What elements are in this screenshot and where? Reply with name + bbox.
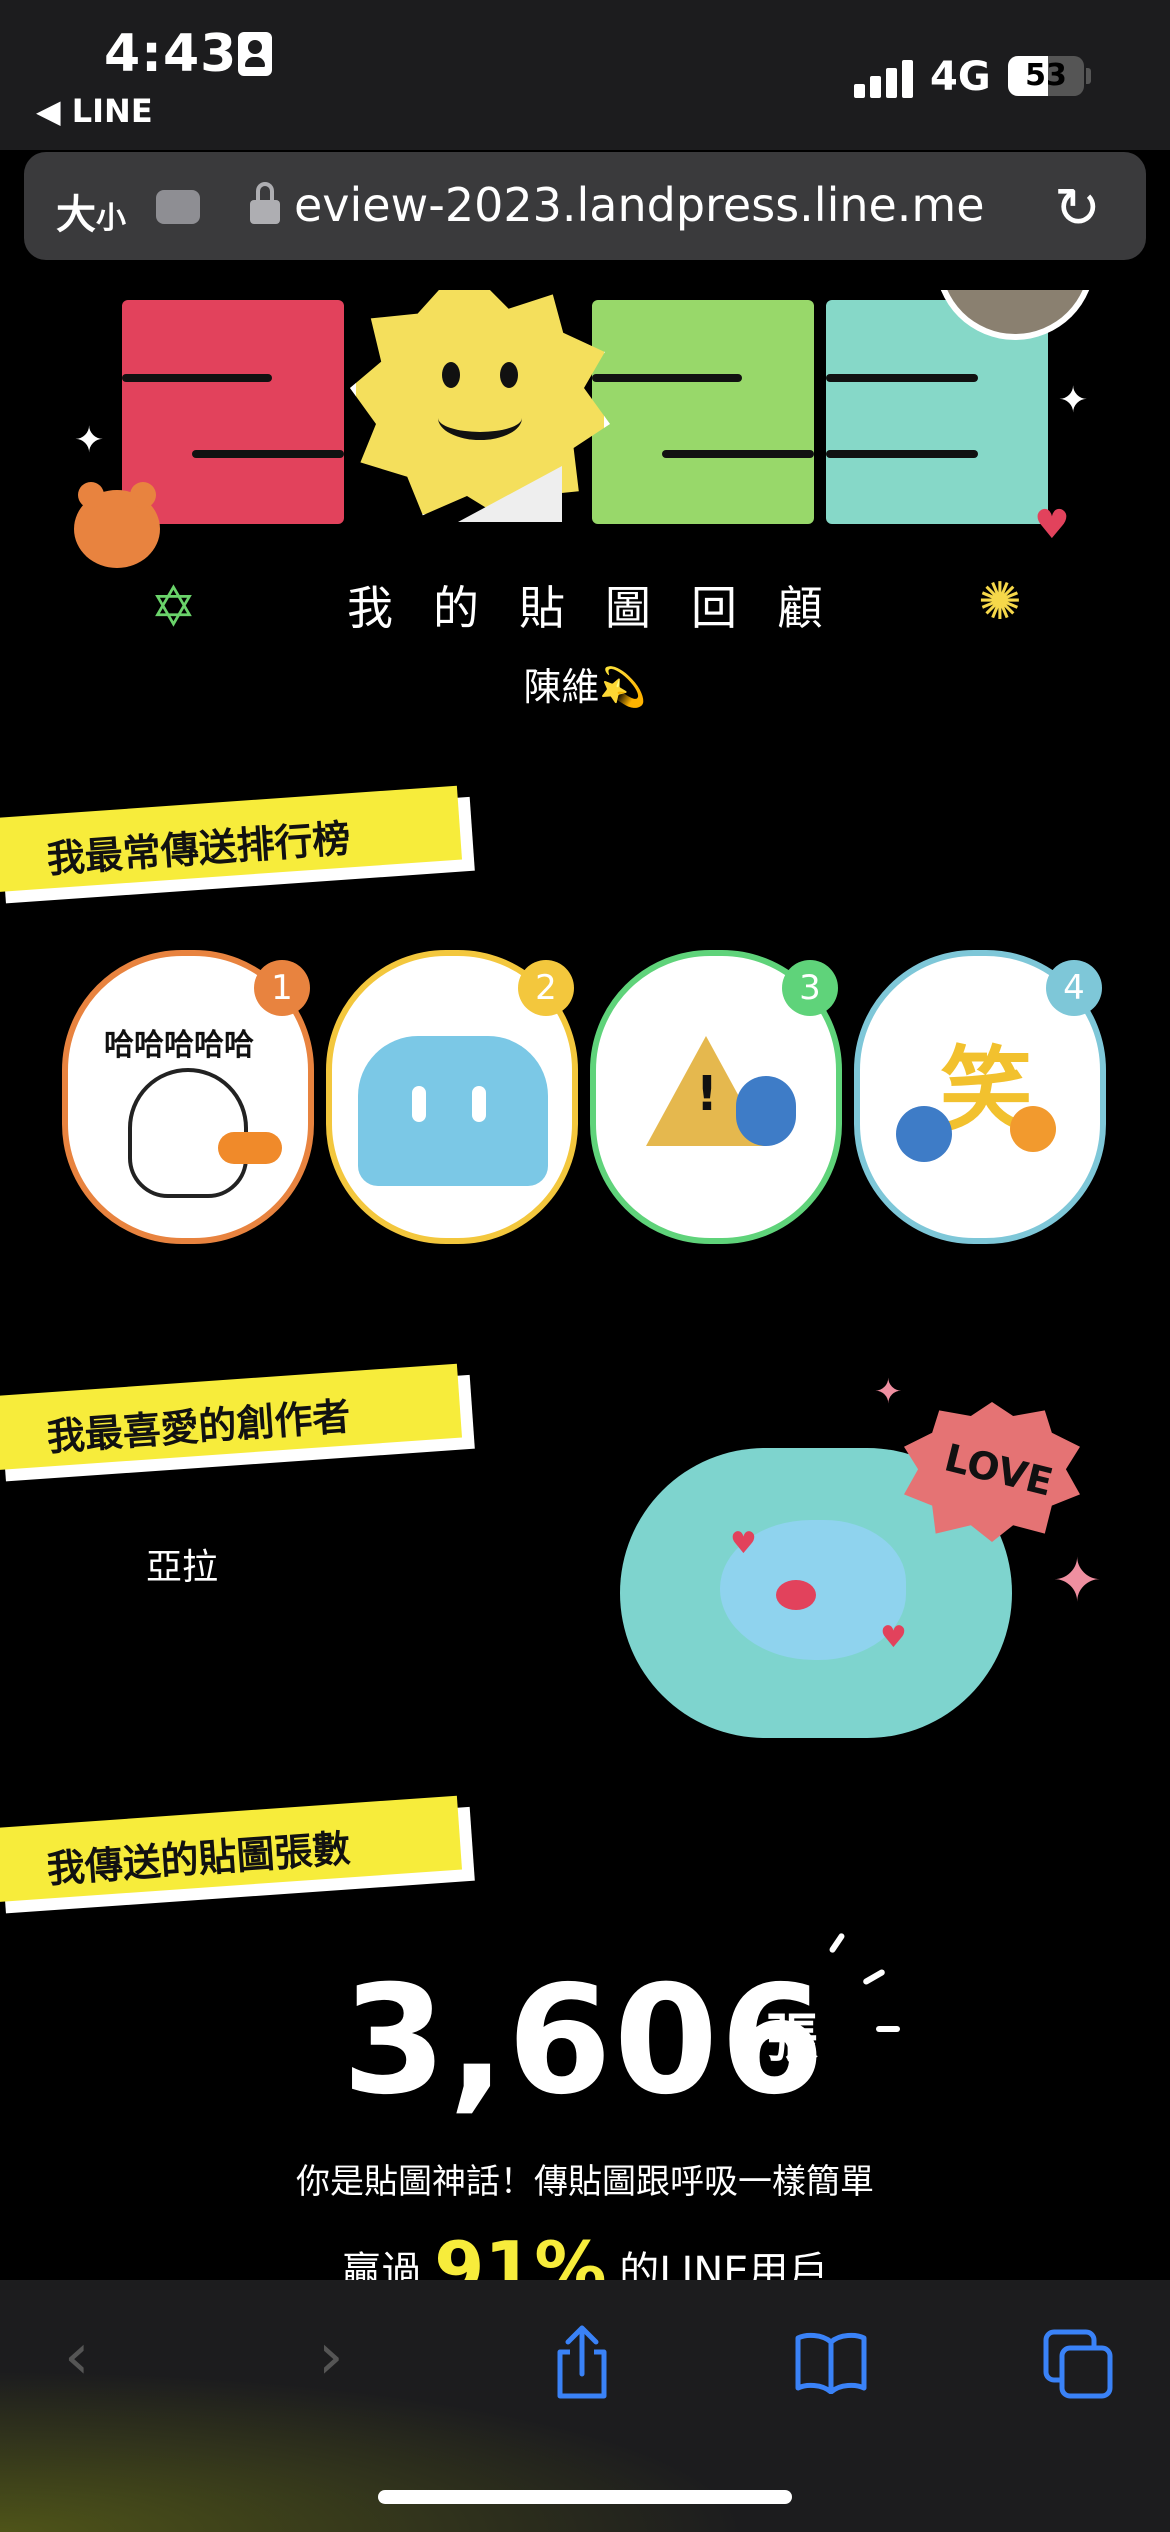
web-content: ✦ ✦ ♥ ✡ ✺ 我的貼圖回顧 陳維💫 我最常傳送排行榜 哈哈哈哈哈 1 2 …: [0, 290, 1170, 2280]
home-indicator[interactable]: [378, 2490, 792, 2504]
emphasis-tick: [862, 1968, 886, 1986]
rank-badge-3: 3: [782, 960, 838, 1016]
block-line: [662, 450, 814, 458]
share-icon[interactable]: [552, 2324, 612, 2400]
status-bar: 4:43 ◀ LINE 4G 53 大小 eview-2023.landpres…: [0, 0, 1170, 260]
beat-percentage-line: 贏過 91% 的LINE用戶: [0, 2226, 1170, 2280]
emphasis-tick: [828, 1932, 846, 1954]
user-name: 陳維💫: [523, 665, 647, 709]
section-tag-top-sent: 我最常傳送排行榜: [0, 785, 463, 893]
battery-icon: 53: [1008, 56, 1084, 96]
rank-badge-4: 4: [1046, 960, 1102, 1016]
block-line: [592, 374, 742, 382]
block-line: [826, 450, 978, 458]
bookmarks-icon[interactable]: [794, 2330, 868, 2394]
lock-icon: [250, 182, 280, 224]
goose-beak: [218, 1132, 282, 1164]
network-type: 4G: [930, 54, 991, 100]
forward-chevron-icon[interactable]: ›: [318, 2320, 344, 2394]
rank-badge-1: 1: [254, 960, 310, 1016]
battery-cap: [1086, 68, 1091, 84]
section-tag-favorite-creator: 我最喜愛的創作者: [0, 1363, 463, 1471]
block-line: [826, 374, 978, 382]
sticker-mouth: [776, 1580, 816, 1610]
battery-percent: 53: [1025, 58, 1067, 93]
tabs-icon[interactable]: [1042, 2328, 1114, 2400]
heart-icon: ♥: [1034, 502, 1070, 548]
address-bar[interactable]: 大小 eview-2023.landpress.line.me ↻: [24, 152, 1146, 260]
sparkle-icon: ✦: [874, 1372, 903, 1412]
sparkle-icon: ✦: [1058, 380, 1089, 421]
tear: [412, 1086, 426, 1122]
creator-name[interactable]: 亞拉: [146, 1538, 218, 1590]
bear-sticker: [74, 482, 160, 568]
sparkle-icon: ✦: [74, 420, 105, 461]
sticker-count-number: 3,606: [342, 1954, 827, 2128]
smiley-face: [350, 290, 610, 520]
extension-icon[interactable]: [156, 190, 200, 224]
robot-cat-figure: [1010, 1106, 1056, 1152]
heart-icon: ♥: [730, 1526, 757, 1561]
blue-cat-sticker: [358, 1036, 548, 1186]
sticker-count-description: 你是貼圖神話！傳貼圖跟呼吸一樣簡單: [296, 2162, 874, 2202]
url-text[interactable]: eview-2023.landpress.line.me: [294, 178, 1044, 232]
sticker-count-unit: 張: [766, 2009, 819, 2069]
back-to-app-link[interactable]: ◀ LINE: [36, 92, 153, 130]
heart-icon: ♥: [880, 1620, 907, 1655]
rank-badge-2: 2: [518, 960, 574, 1016]
emphasis-tick: [876, 2026, 900, 2032]
tear: [472, 1086, 486, 1122]
exclamation-mark: !: [696, 1066, 718, 1122]
status-time: 4:43: [104, 24, 238, 84]
text-size-button[interactable]: 大小: [56, 182, 126, 240]
sparkle-icon: ✦: [1052, 1546, 1103, 1616]
year-digit-2-block: [592, 300, 814, 524]
back-chevron-icon[interactable]: ‹: [64, 2320, 90, 2394]
block-line: [122, 374, 272, 382]
robot-cat-figure: [736, 1076, 796, 1146]
beat-percentage: 91%: [434, 2226, 607, 2280]
contact-card-icon: [238, 32, 272, 76]
section-tag-sticker-count: 我傳送的貼圖張數: [0, 1795, 463, 1903]
reload-icon[interactable]: ↻: [1054, 176, 1101, 241]
block-line: [192, 450, 344, 458]
page-title: 我的貼圖回顧: [347, 581, 863, 635]
sticker-caption: 哈哈哈哈哈: [104, 1028, 254, 1063]
cellular-signal-icon: [854, 58, 914, 98]
robot-cat-figure: [896, 1106, 952, 1162]
